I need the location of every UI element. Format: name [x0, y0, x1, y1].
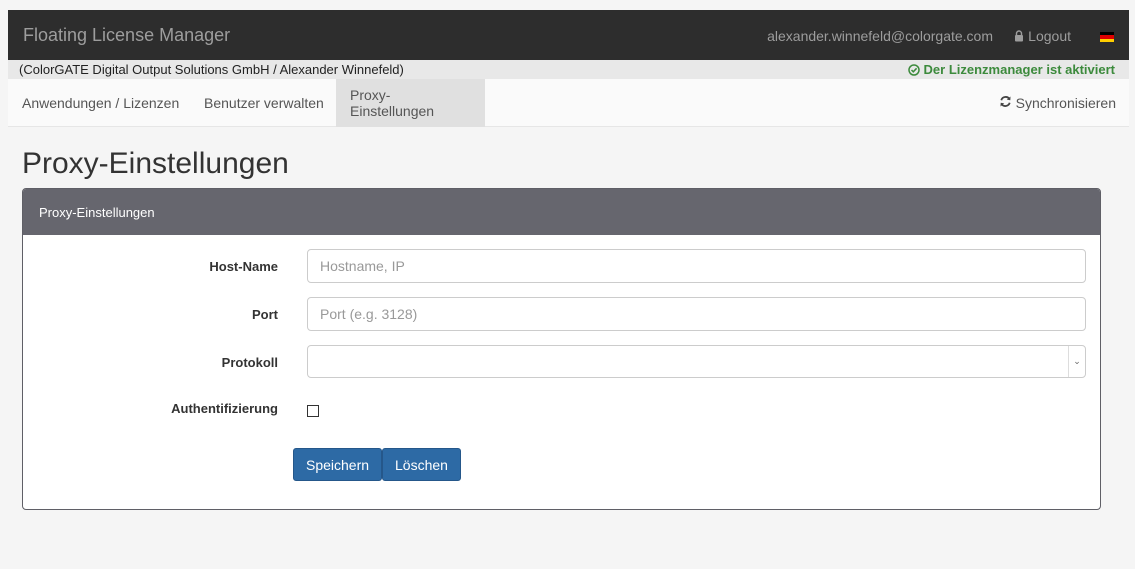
synchronize-button[interactable]: Synchronisieren [999, 79, 1116, 127]
license-status-text: Der Lizenzmanager ist aktiviert [923, 62, 1115, 77]
tab-applications-licenses[interactable]: Anwendungen / Lizenzen [8, 79, 193, 127]
check-circle-icon [907, 63, 920, 76]
auth-label: Authentifizierung [171, 401, 278, 416]
tab-label: Proxy-Einstellungen [350, 87, 435, 119]
tab-manage-users[interactable]: Benutzer verwalten [190, 79, 338, 127]
german-flag-icon[interactable] [1100, 32, 1114, 42]
refresh-icon [999, 95, 1012, 111]
main-nav: Anwendungen / Lizenzen Benutzer verwalte… [8, 79, 1129, 127]
synchronize-label: Synchronisieren [1015, 95, 1116, 111]
subheader-bar: (ColorGATE Digital Output Solutions GmbH… [8, 60, 1129, 79]
app-brand[interactable]: Floating License Manager [23, 25, 230, 46]
lock-icon [1014, 30, 1024, 42]
tab-proxy-settings[interactable]: Proxy-Einstellungen [336, 79, 485, 127]
user-email[interactable]: alexander.winnefeld@colorgate.com [767, 28, 993, 44]
save-button[interactable]: Speichern [293, 448, 383, 481]
page-title: Proxy-Einstellungen [22, 147, 289, 180]
top-navbar: Floating License Manager alexander.winne… [8, 10, 1129, 60]
logout-label: Logout [1028, 28, 1071, 44]
panel-heading: Proxy-Einstellungen [23, 189, 1100, 235]
tab-label: Benutzer verwalten [204, 95, 324, 111]
license-status: Der Lizenzmanager ist aktiviert [907, 62, 1115, 77]
organization-label: (ColorGATE Digital Output Solutions GmbH… [19, 62, 404, 77]
host-input[interactable] [307, 249, 1086, 283]
delete-button[interactable]: Löschen [382, 448, 461, 481]
port-input[interactable] [307, 297, 1086, 331]
auth-checkbox[interactable] [307, 405, 319, 417]
host-label: Host-Name [209, 259, 278, 274]
port-label: Port [252, 307, 278, 322]
logout-link[interactable]: Logout [1014, 28, 1071, 44]
chevron-down-icon: ⌄ [1068, 346, 1085, 377]
protocol-select[interactable]: ⌄ [307, 345, 1086, 378]
protocol-label: Protokoll [221, 355, 278, 370]
tab-label: Anwendungen / Lizenzen [22, 95, 180, 111]
proxy-settings-panel: Proxy-Einstellungen Host-Name Port Proto… [22, 188, 1101, 510]
